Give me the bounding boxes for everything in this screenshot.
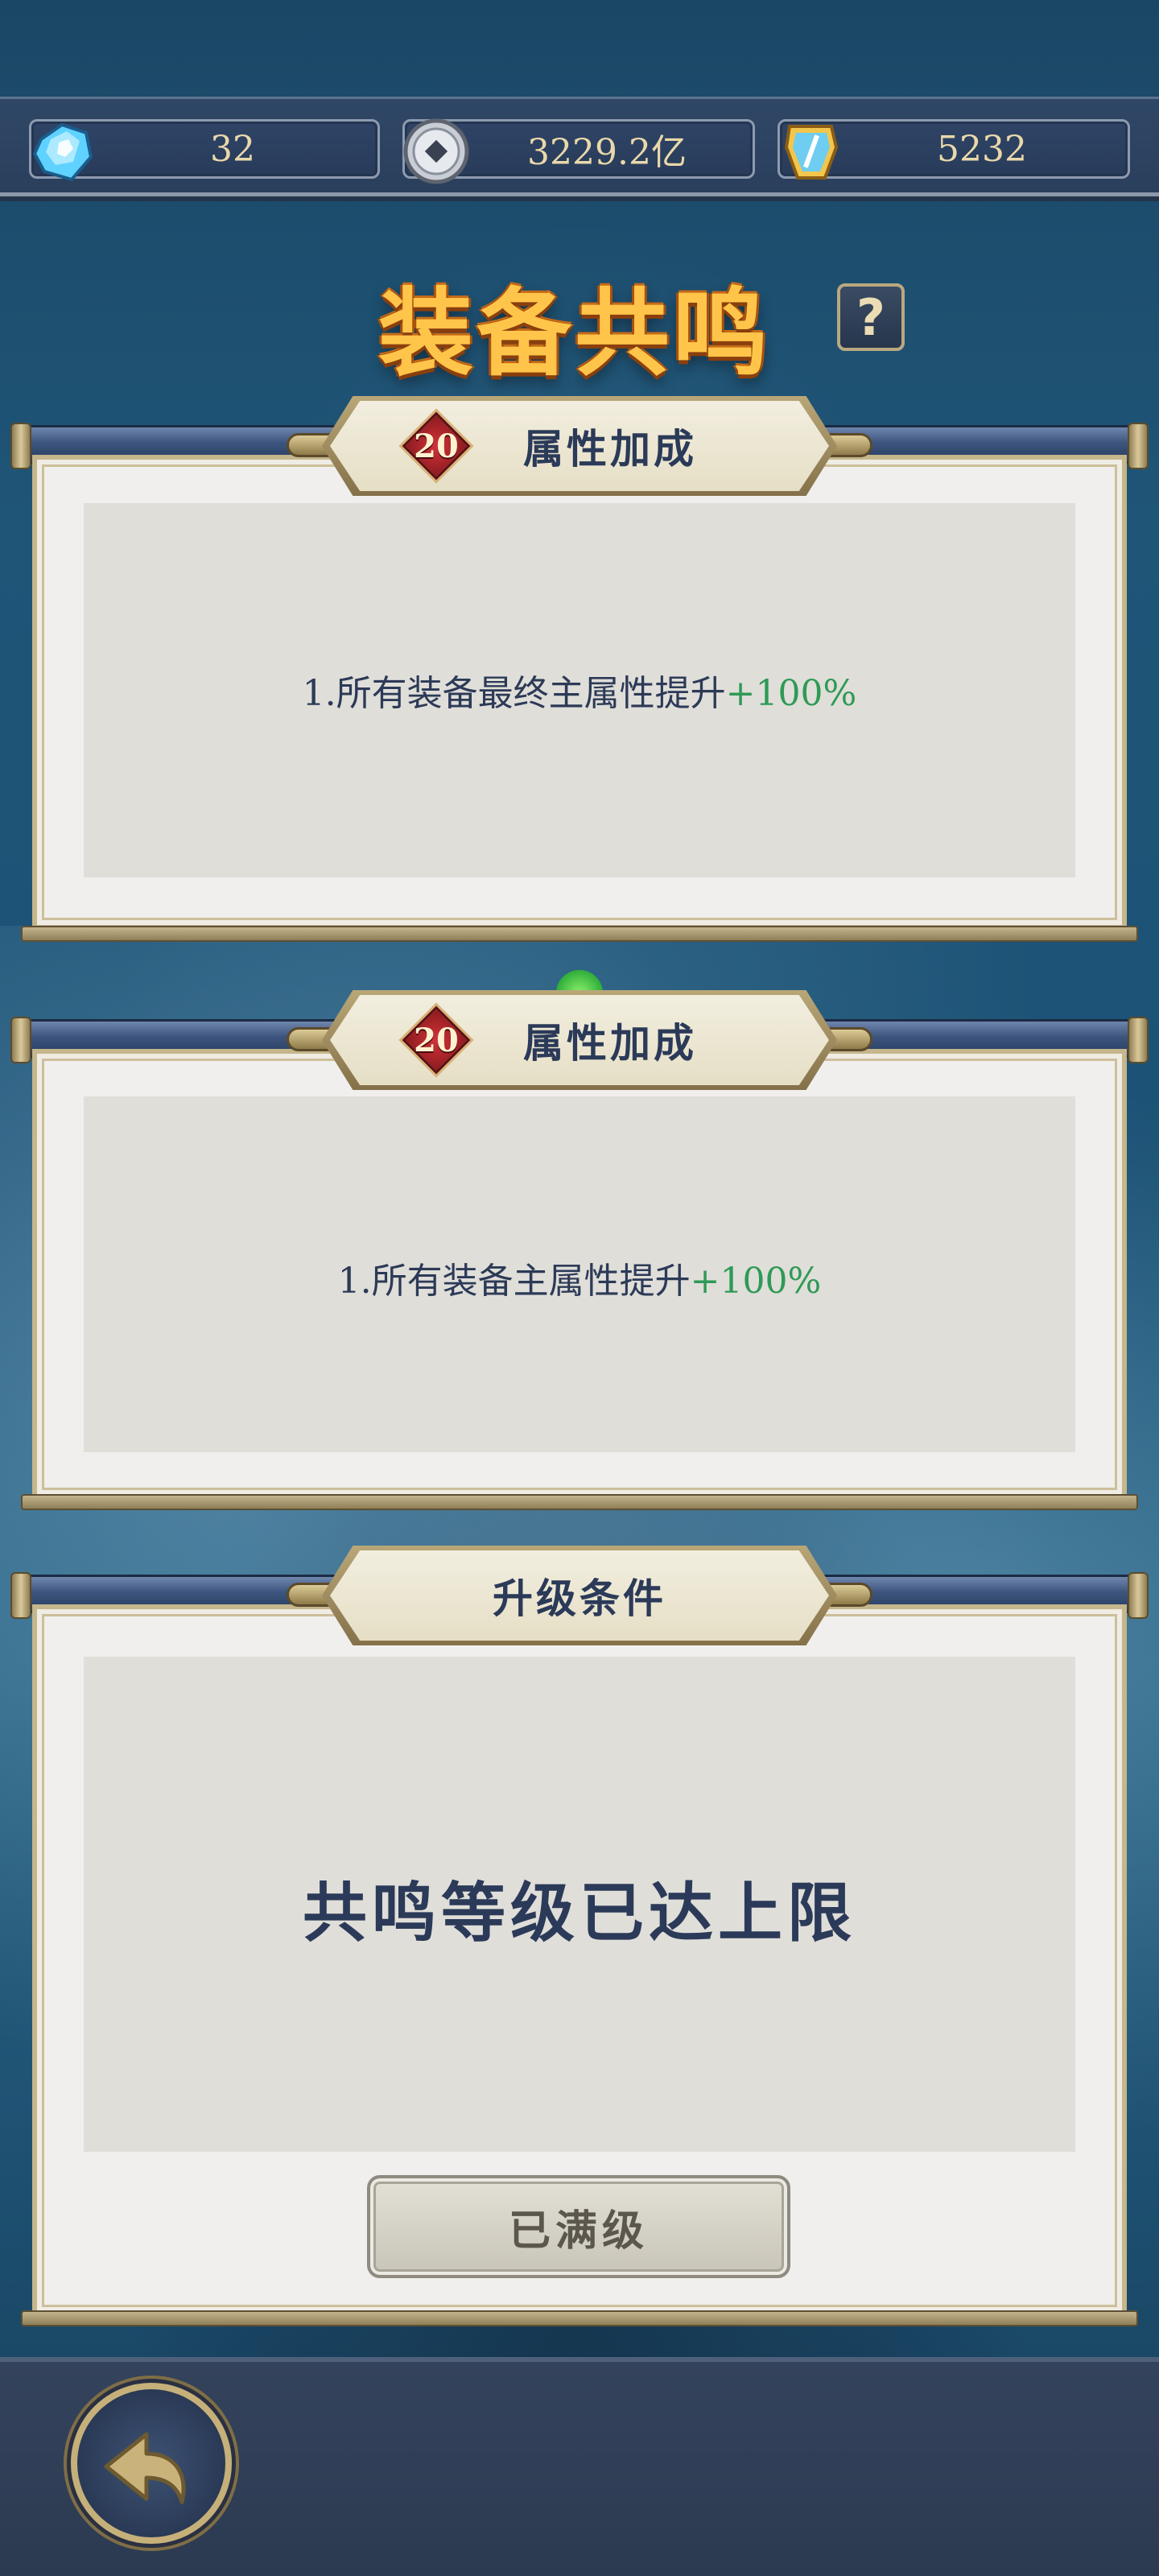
panel-header-label: 升级条件 — [493, 1575, 666, 1622]
scroll-rod-bottom — [21, 1494, 1138, 1510]
level-badge: 20 — [402, 1005, 471, 1075]
crystal-gem-icon — [32, 122, 93, 182]
attribute-value: +100% — [725, 673, 857, 714]
panel-header-label: 属性加成 — [523, 1019, 697, 1067]
attribute-line-1: 1.所有装备最终主属性提升+100% — [84, 664, 1075, 716]
level-number: 20 — [414, 1021, 459, 1059]
page-title: 装备共鸣 — [378, 277, 772, 389]
coin-count: 3229.2亿 — [527, 132, 687, 173]
panel-header-banner: 20 属性加成 — [287, 990, 872, 1090]
scroll-rod-bottom — [21, 2310, 1138, 2326]
resource-bar: 32 3229.2亿 5232 — [0, 97, 1159, 196]
help-button[interactable]: ? — [837, 283, 905, 351]
panel-header-banner: 升级条件 — [287, 1546, 872, 1645]
coin-resource[interactable]: 3229.2亿 — [402, 118, 755, 184]
level-badge: 20 — [402, 411, 471, 481]
green-arrow-icon — [552, 966, 607, 993]
back-arrow-icon — [104, 2432, 186, 2504]
max-level-button[interactable]: 已满级 — [367, 2175, 790, 2278]
attribute-description: 1.所有装备最终主属性提升 — [302, 673, 726, 714]
panel-header-label: 属性加成 — [523, 425, 697, 473]
attribute-description: 1.所有装备主属性提升 — [337, 1261, 691, 1302]
attribute-line-1: 1.所有装备主属性提升+100% — [84, 1252, 1075, 1303]
silver-coin-icon — [403, 118, 469, 184]
back-button[interactable] — [71, 2383, 232, 2544]
gem-resource[interactable]: 32 — [29, 119, 380, 182]
token-resource[interactable]: 5232 — [777, 119, 1130, 180]
gem-count: 32 — [210, 128, 255, 170]
scroll-rod-bottom — [21, 926, 1138, 942]
level-number: 20 — [414, 427, 459, 465]
max-level-status: 共鸣等级已达上限 — [303, 1875, 856, 1951]
attribute-value: +100% — [690, 1261, 822, 1302]
sword-token-icon — [784, 125, 839, 180]
panel-header-banner: 20 属性加成 — [287, 396, 872, 496]
token-count: 5232 — [937, 128, 1027, 170]
